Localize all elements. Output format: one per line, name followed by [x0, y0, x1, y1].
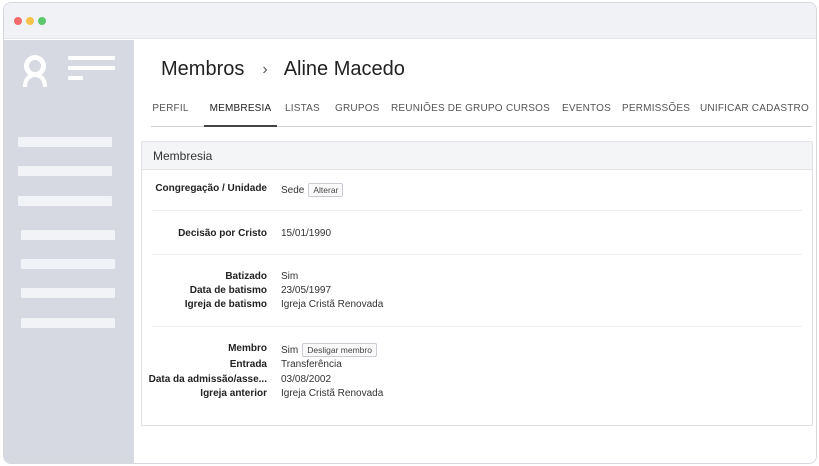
- membro-value: Sim: [281, 344, 299, 356]
- maximize-window-button[interactable]: [38, 17, 46, 25]
- tab-perfil[interactable]: PERFIL: [151, 96, 190, 127]
- membresia-panel: Membresia Congregação / Unidade Sede Alt…: [141, 141, 813, 426]
- field-label: Data de batismo: [189, 285, 267, 296]
- close-window-button[interactable]: [14, 17, 22, 25]
- field-value: Igreja Cristã Renovada: [281, 299, 384, 310]
- page-title: Aline Macedo: [283, 58, 405, 80]
- sidebar-placeholder-item[interactable]: [21, 288, 115, 298]
- breadcrumb: Membros › Aline Macedo: [161, 58, 405, 81]
- desligar-membro-button[interactable]: Desligar membro: [302, 343, 377, 357]
- tab-listas[interactable]: LISTAS: [285, 96, 320, 127]
- row-divider: [152, 254, 802, 255]
- field-value: 23/05/1997: [281, 285, 332, 296]
- field-label: Data da admissão/asse...: [148, 374, 267, 385]
- app-window: Membros › Aline Macedo PERFIL MEMBRESIA …: [3, 2, 817, 464]
- panel-title: Membresia: [142, 142, 812, 170]
- minimize-window-button[interactable]: [26, 17, 34, 25]
- field-label: Decisão por Cristo: [178, 228, 267, 239]
- field-value: Sim Desligar membro: [281, 343, 377, 357]
- title-bar: [4, 3, 816, 39]
- row-divider: [152, 210, 802, 211]
- field-value: Sede Alterar: [281, 183, 344, 197]
- tab-bar: PERFIL MEMBRESIA LISTAS GRUPOS REUNIÕES …: [151, 96, 812, 127]
- field-value: Sim: [281, 271, 299, 282]
- field-label: Igreja de batismo: [184, 299, 267, 310]
- sidebar-placeholder-item[interactable]: [18, 137, 112, 147]
- sidebar-placeholder-item[interactable]: [21, 318, 115, 328]
- user-avatar-icon[interactable]: [18, 51, 52, 87]
- sidebar: [4, 40, 134, 463]
- tab-membresia[interactable]: MEMBRESIA: [204, 96, 277, 127]
- field-label: Igreja anterior: [200, 388, 267, 399]
- tab-cursos[interactable]: CURSOS: [506, 96, 550, 127]
- field-label: Batizado: [225, 271, 267, 282]
- tab-reunioes-de-grupo[interactable]: REUNIÕES DE GRUPO: [391, 96, 503, 127]
- main-content: Membros › Aline Macedo PERFIL MEMBRESIA …: [134, 40, 816, 463]
- tab-eventos[interactable]: EVENTOS: [562, 96, 611, 127]
- field-value: 15/01/1990: [281, 228, 332, 239]
- sidebar-placeholder-item[interactable]: [21, 230, 115, 240]
- sidebar-placeholder-item[interactable]: [18, 166, 112, 176]
- tab-unificar-cadastro[interactable]: UNIFICAR CADASTRO: [700, 96, 809, 127]
- field-value: Igreja Cristã Renovada: [281, 388, 384, 399]
- field-label: Congregação / Unidade: [155, 183, 267, 194]
- alterar-button[interactable]: Alterar: [308, 183, 344, 197]
- field-label: Membro: [228, 343, 267, 354]
- tab-grupos[interactable]: GRUPOS: [335, 96, 379, 127]
- field-label: Entrada: [229, 359, 267, 370]
- congregacao-value: Sede: [281, 184, 305, 196]
- tab-permissoes[interactable]: PERMISSÕES: [622, 96, 690, 127]
- sidebar-placeholder-item[interactable]: [18, 196, 112, 206]
- field-value: Transferência: [281, 359, 342, 370]
- field-value: 03/08/2002: [281, 374, 332, 385]
- sidebar-placeholder-item[interactable]: [21, 259, 115, 269]
- chevron-right-icon: ›: [262, 60, 268, 78]
- row-divider: [152, 326, 802, 327]
- breadcrumb-parent-link[interactable]: Membros: [161, 58, 244, 81]
